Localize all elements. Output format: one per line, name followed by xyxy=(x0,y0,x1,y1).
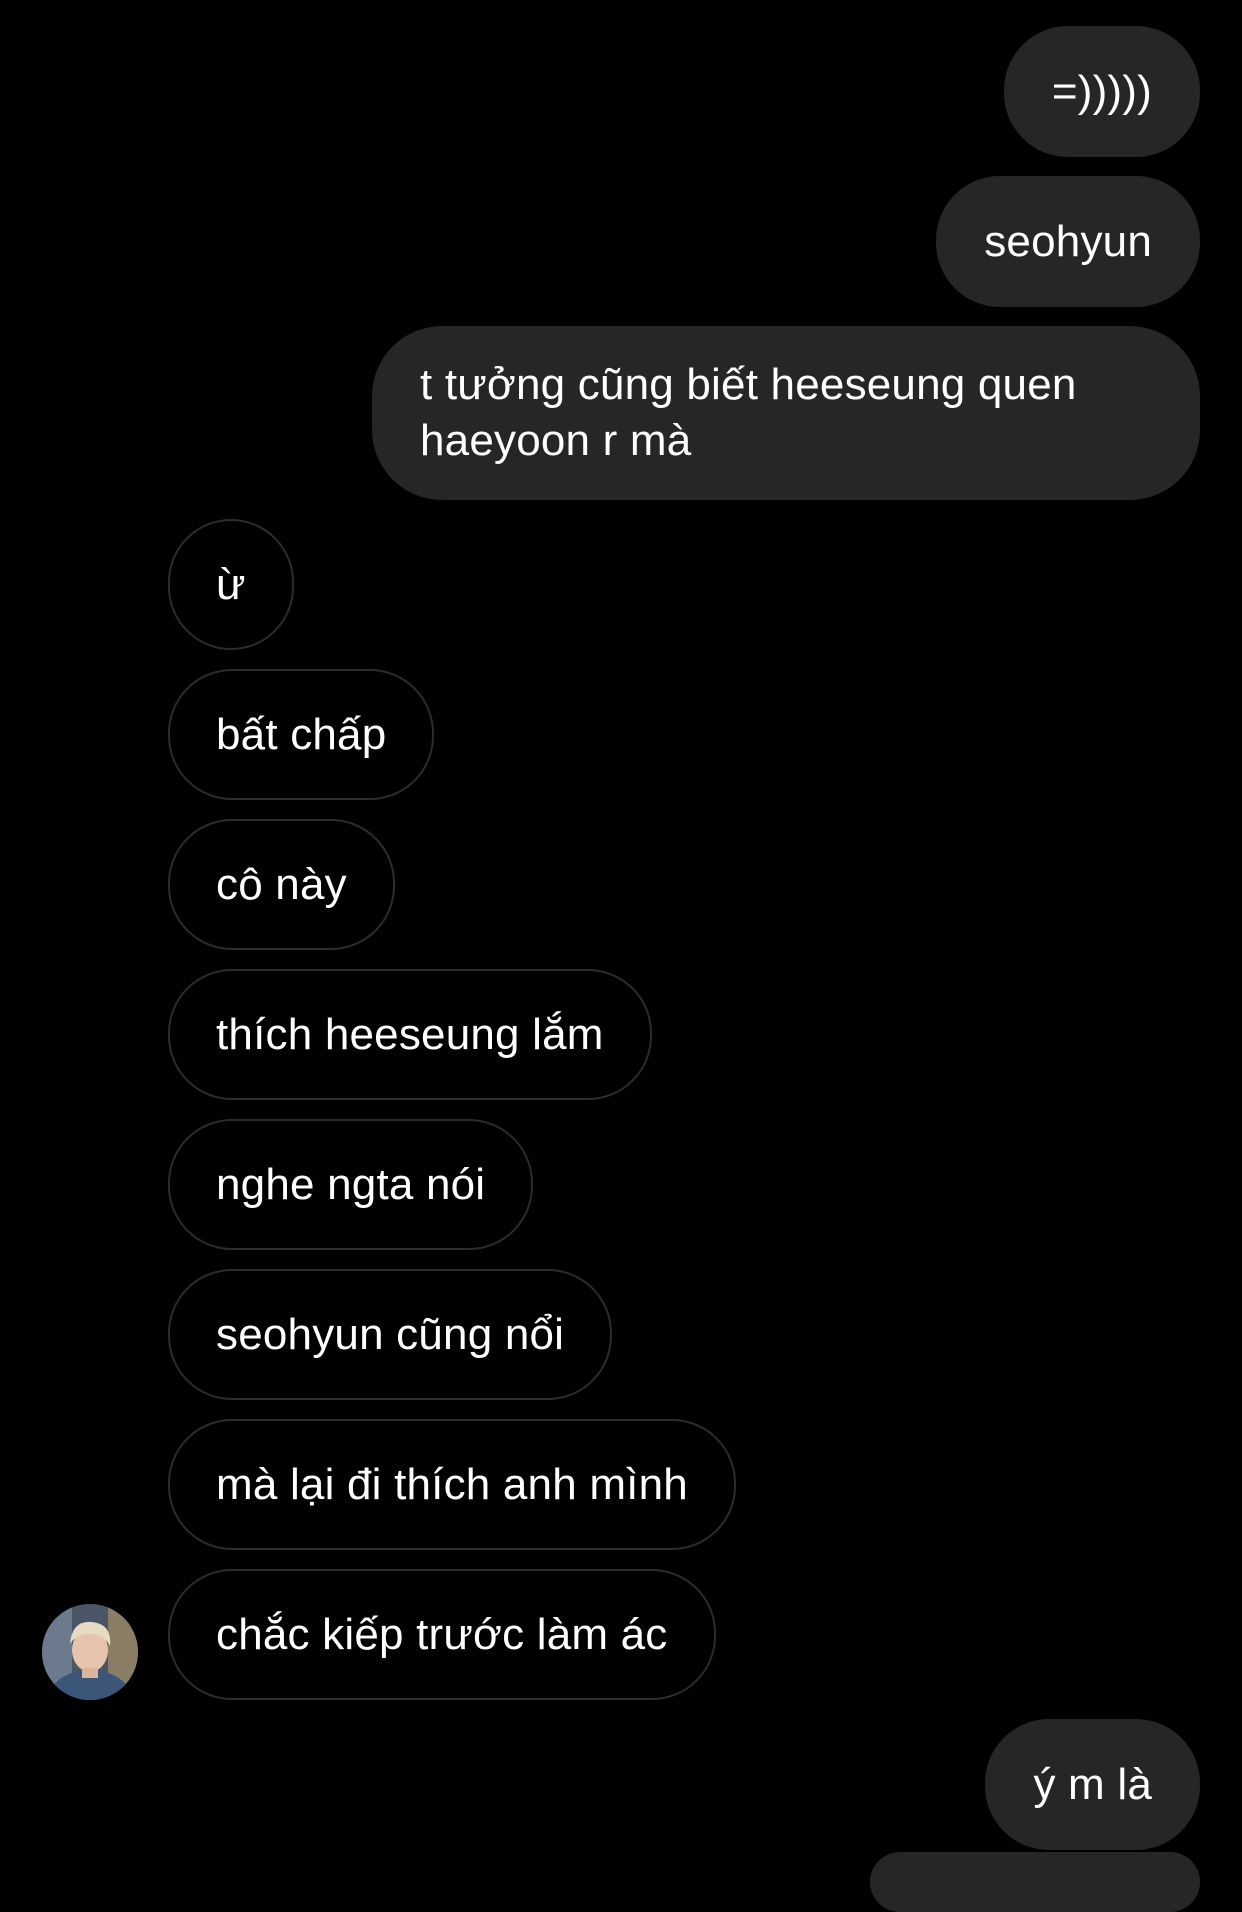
message-text: ý m là xyxy=(1033,1759,1152,1809)
partial-message-bubble xyxy=(870,1852,1200,1912)
message-text: chắc kiếp trước làm ác xyxy=(216,1609,668,1659)
message-text: mà lại đi thích anh mình xyxy=(216,1459,688,1509)
message-text: bất chấp xyxy=(216,709,387,759)
message-text: thích heeseung lắm xyxy=(216,1009,604,1059)
message-text: seohyun xyxy=(984,216,1152,266)
message-text: t tưởng cũng biết heeseung quen haeyoon … xyxy=(420,360,1077,465)
message-text: cô này xyxy=(216,859,347,909)
received-message-bubble[interactable]: bất chấp xyxy=(168,669,435,800)
received-message-bubble[interactable]: cô này xyxy=(168,819,395,950)
received-message-bubble[interactable]: chắc kiếp trước làm ác xyxy=(168,1569,716,1700)
profile-photo-icon xyxy=(42,1604,138,1700)
received-message-bubble[interactable]: seohyun cũng nổi xyxy=(168,1269,613,1400)
sent-message-bubble[interactable]: t tưởng cũng biết heeseung quen haeyoon … xyxy=(372,326,1200,500)
received-message-bubble[interactable]: mà lại đi thích anh mình xyxy=(168,1419,736,1550)
message-thread: =))))) seohyun t tưởng cũng biết heeseun… xyxy=(0,0,1242,1912)
received-message-bubble[interactable]: nghe ngta nói xyxy=(168,1119,534,1250)
sender-avatar[interactable] xyxy=(42,1604,138,1700)
sent-message-bubble[interactable]: seohyun xyxy=(936,176,1200,307)
sent-message-bubble[interactable]: =))))) xyxy=(1003,26,1200,157)
message-text: ừ xyxy=(216,559,246,609)
message-text: =))))) xyxy=(1051,66,1152,116)
received-message-bubble[interactable]: ừ xyxy=(168,519,294,650)
sent-message-bubble[interactable]: ý m là xyxy=(985,1719,1200,1850)
message-text: seohyun cũng nổi xyxy=(216,1309,565,1359)
received-message-bubble[interactable]: thích heeseung lắm xyxy=(168,969,652,1100)
message-text: nghe ngta nói xyxy=(216,1159,486,1209)
